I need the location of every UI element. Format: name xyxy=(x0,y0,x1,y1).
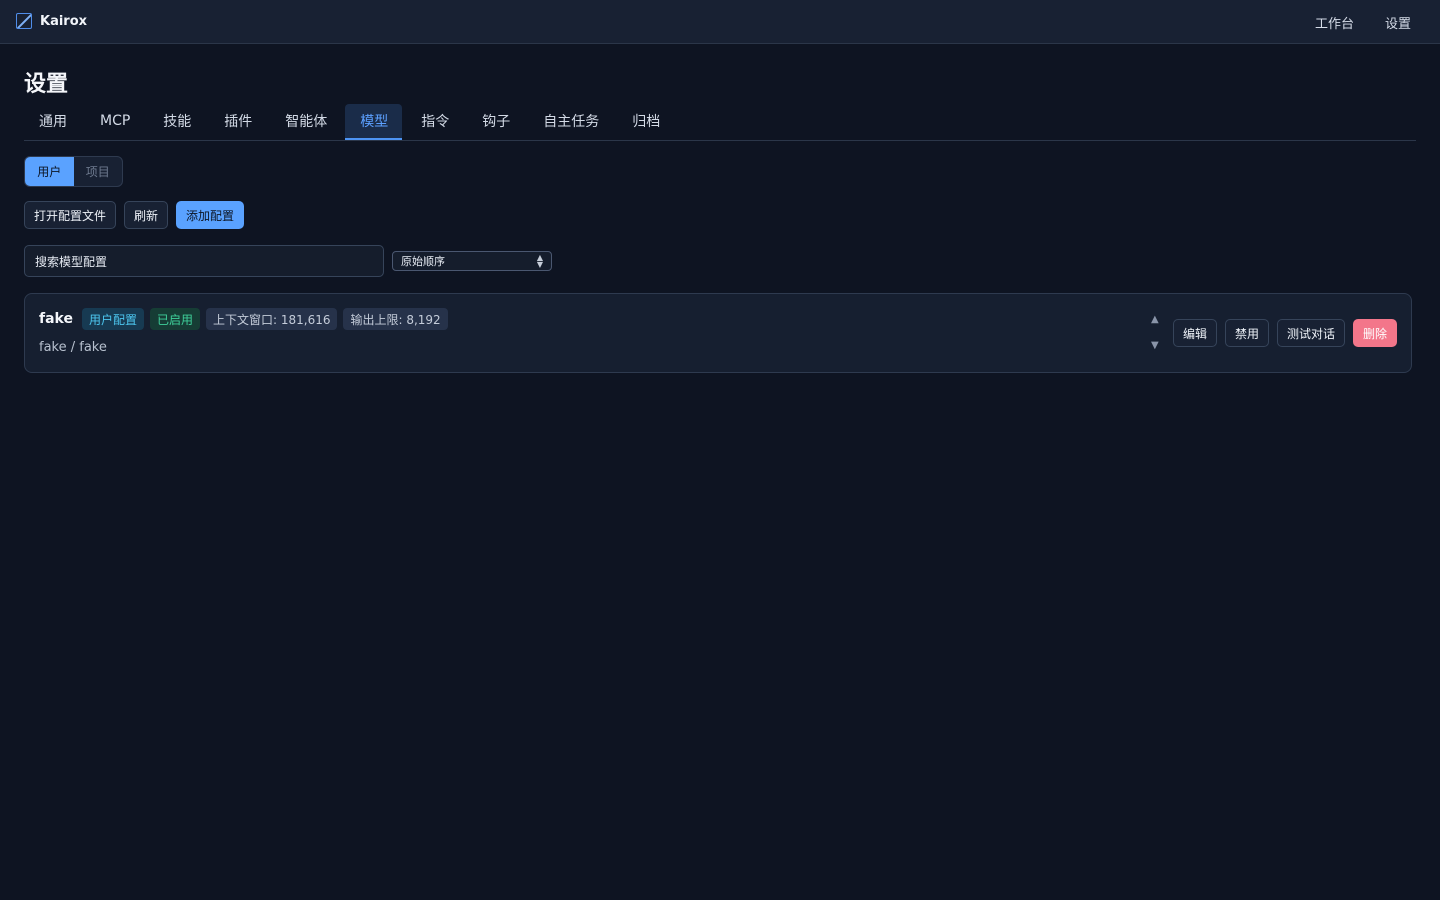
model-card: fake 用户配置 已启用 上下文窗口: 181,616 输出上限: 8,192… xyxy=(24,293,1412,373)
disable-button[interactable]: 禁用 xyxy=(1224,319,1269,347)
page-title: 设置 xyxy=(24,72,69,97)
settings-tabs: 通用 MCP 技能 插件 智能体 模型 指令 钩子 自主任务 归档 xyxy=(24,104,1416,141)
output-limit-badge: 输出上限: 8,192 xyxy=(343,308,448,330)
move-down-icon[interactable]: ▼ xyxy=(1151,338,1159,364)
scope-toggle: 用户 项目 xyxy=(24,156,123,187)
sort-select[interactable]: 原始顺序 ▲ ▼ xyxy=(392,251,552,271)
toolbar: 打开配置文件 刷新 添加配置 xyxy=(24,201,252,229)
chevron-up-down-icon: ▲ ▼ xyxy=(536,253,543,269)
tab-archive[interactable]: 归档 xyxy=(617,104,674,140)
tab-autonomous-tasks[interactable]: 自主任务 xyxy=(528,104,613,140)
move-up-icon[interactable]: ▲ xyxy=(1151,312,1159,338)
brand[interactable]: Kairox xyxy=(16,13,87,29)
tab-general[interactable]: 通用 xyxy=(24,104,81,140)
add-config-button[interactable]: 添加配置 xyxy=(176,201,245,229)
edit-button[interactable]: 编辑 xyxy=(1172,319,1217,347)
status-badge: 已启用 xyxy=(149,308,200,330)
tab-agents[interactable]: 智能体 xyxy=(270,104,341,140)
model-provider-path: fake / fake xyxy=(39,340,107,355)
tab-skills[interactable]: 技能 xyxy=(148,104,205,140)
tab-models[interactable]: 模型 xyxy=(345,104,403,140)
app-logo-icon xyxy=(16,13,32,29)
app-name: Kairox xyxy=(40,13,88,29)
model-card-header: fake 用户配置 已启用 上下文窗口: 181,616 输出上限: 8,192 xyxy=(39,308,454,330)
tab-mcp[interactable]: MCP xyxy=(85,104,144,140)
context-window-badge: 上下文窗口: 181,616 xyxy=(206,308,338,330)
source-badge: 用户配置 xyxy=(81,308,144,330)
scope-user-button[interactable]: 用户 xyxy=(25,157,74,186)
test-chat-button[interactable]: 测试对话 xyxy=(1276,319,1345,347)
top-bar: Kairox 工作台 设置 xyxy=(0,0,1440,44)
top-nav: 工作台 设置 xyxy=(1284,13,1411,32)
nav-settings[interactable]: 设置 xyxy=(1385,13,1411,32)
tab-hooks[interactable]: 钩子 xyxy=(467,104,524,140)
nav-workbench[interactable]: 工作台 xyxy=(1315,13,1354,32)
delete-button[interactable]: 删除 xyxy=(1352,319,1397,347)
refresh-button[interactable]: 刷新 xyxy=(124,201,169,229)
open-config-file-button[interactable]: 打开配置文件 xyxy=(24,201,117,229)
reorder-controls: ▲ ▼ xyxy=(1151,312,1159,364)
model-card-actions: 编辑 禁用 测试对话 删除 xyxy=(1165,319,1397,347)
scope-project-button[interactable]: 项目 xyxy=(74,157,123,186)
tab-plugins[interactable]: 插件 xyxy=(209,104,266,140)
model-name: fake xyxy=(39,311,73,327)
tab-instructions[interactable]: 指令 xyxy=(406,104,463,140)
search-input[interactable]: 搜索模型配置 xyxy=(24,245,384,277)
sort-select-value: 原始顺序 xyxy=(401,255,445,268)
